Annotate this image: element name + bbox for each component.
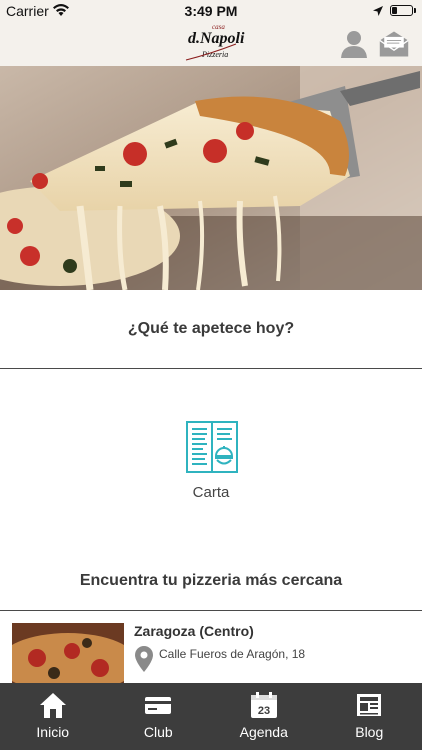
store-name: Zaragoza (Centro) (134, 623, 254, 639)
menu-card-icon (186, 421, 238, 473)
logo-swash (185, 43, 237, 61)
card-icon (145, 697, 172, 714)
menu-button[interactable]: Carta (161, 412, 261, 512)
tab-blog[interactable]: Blog (317, 683, 422, 750)
store-thumbnail (12, 623, 124, 685)
pizza-illustration (0, 66, 422, 290)
store-address: Calle Fueros de Aragón, 18 (159, 647, 306, 661)
battery-level (392, 7, 397, 14)
tab-label: Agenda (239, 724, 288, 740)
calendar-day-text: 23 (258, 705, 270, 717)
location-pin-icon (135, 646, 153, 672)
tab-label: Blog (355, 724, 384, 740)
menu-label: Carta (192, 484, 230, 501)
home-icon (39, 693, 66, 718)
calendar-icon: 23 (250, 692, 277, 718)
status-time: 3:49 PM (184, 3, 238, 19)
nearby-heading: Encuentra tu pizzeria más cercana (79, 572, 343, 589)
logo-small-text: casa (212, 23, 225, 31)
tab-agenda[interactable]: 23 Agenda (211, 683, 317, 750)
user-icon[interactable] (338, 28, 370, 60)
status-bar: Carrier 3:49 PM (0, 0, 422, 22)
battery-tip (414, 8, 416, 13)
store-card[interactable]: Zaragoza (Centro) Calle Fueros de Aragón… (0, 611, 422, 685)
tab-inicio[interactable]: Inicio (0, 683, 106, 750)
battery-icon (390, 5, 413, 16)
question-heading: ¿Qué te apetece hoy? (0, 290, 422, 369)
tab-label: Inicio (36, 724, 70, 740)
brand-logo[interactable]: d.Napoli Pizzeria (180, 24, 244, 64)
tab-bar: Inicio Club 23 Agenda Blog (0, 683, 422, 750)
tab-label: Club (143, 724, 173, 740)
mail-icon[interactable] (378, 28, 410, 60)
tab-club[interactable]: Club (106, 683, 212, 750)
location-arrow-icon (373, 6, 383, 16)
hero-image (0, 66, 422, 290)
app-header: d.Napoli Pizzeria casa (0, 22, 422, 67)
newspaper-icon (357, 694, 382, 716)
